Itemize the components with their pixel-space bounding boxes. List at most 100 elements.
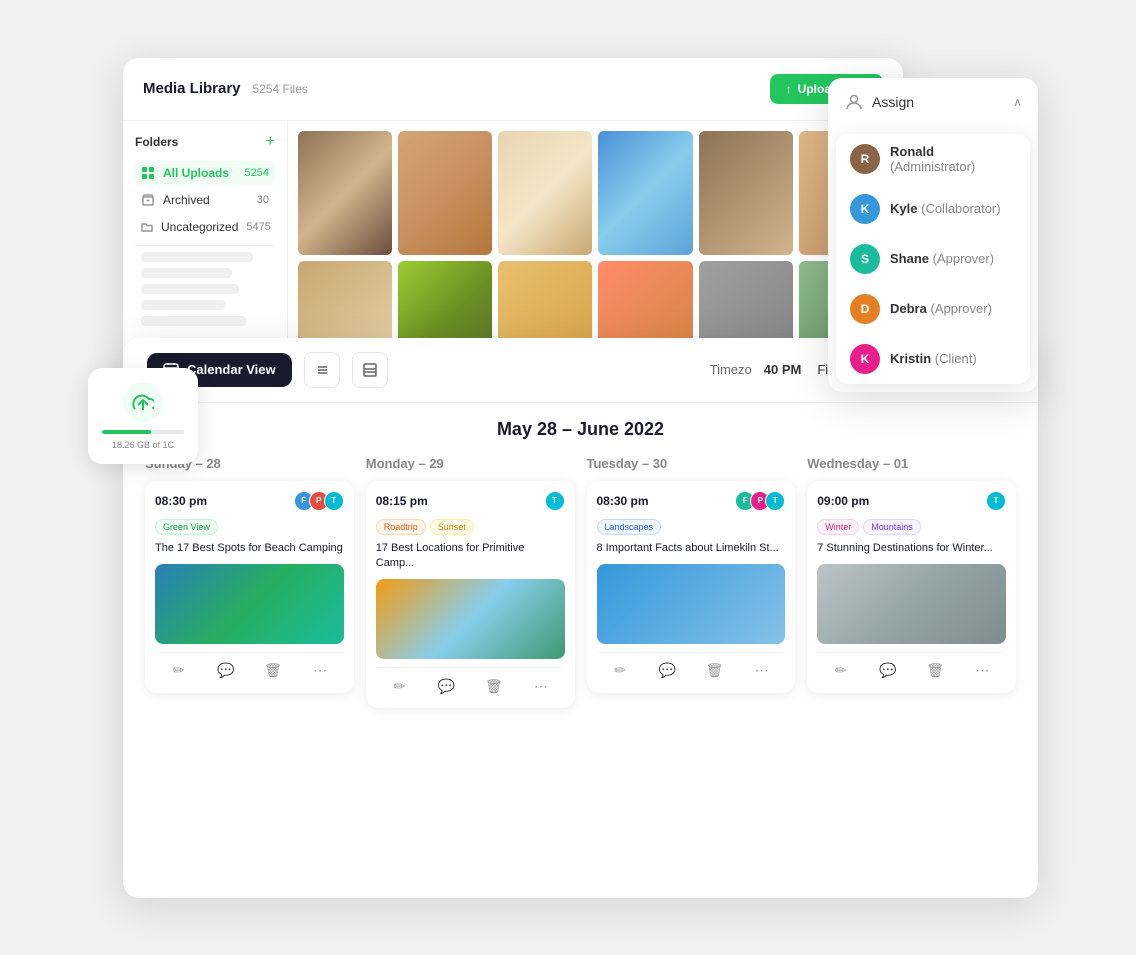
monday-comment-button[interactable]: 💬 xyxy=(435,674,459,698)
monday-tags: Roadtrip Sunset xyxy=(376,519,565,535)
calendar-card: Calendar View Timezo xyxy=(123,338,1038,898)
wednesday-comment-button[interactable]: 💬 xyxy=(876,659,900,683)
assign-item-debra[interactable]: D Debra (Approver) xyxy=(836,284,1030,334)
assign-item-kyle[interactable]: K Kyle (Collaborator) xyxy=(836,184,1030,234)
wednesday-more-button[interactable]: ⋯ xyxy=(970,659,994,683)
wednesday-post-image xyxy=(817,564,1006,644)
media-thumbnail[interactable] xyxy=(498,131,592,256)
monday-more-button[interactable]: ⋯ xyxy=(529,674,553,698)
assign-item-ronald[interactable]: R Ronald (Administrator) xyxy=(836,134,1030,184)
calendar-column-wednesday: Wednesday – 01 09:00 pm T Winter Mountai… xyxy=(801,456,1022,709)
tuesday-post-actions: ✏ 💬 🗑 ⋯ xyxy=(597,652,786,683)
tuesday-tags: Landscapes xyxy=(597,519,786,535)
person-icon xyxy=(844,92,864,112)
assign-dropdown-card: Assign ∧ R Ronald (Administrator) K Kyle… xyxy=(828,78,1038,392)
sunday-post-avatars: F P T xyxy=(294,491,344,511)
monday-post-image xyxy=(376,579,565,659)
upload-storage-text: 18.26 GB of 1C xyxy=(102,440,184,450)
sunday-post-card: 08:30 pm F P T Green View The 17 Best Sp… xyxy=(145,481,354,693)
sidebar-item-uncategorized[interactable]: Uncategorized 5475 xyxy=(135,215,275,239)
tuesday-label: Tuesday – 30 xyxy=(587,456,796,471)
chevron-up-icon[interactable]: ∧ xyxy=(1013,95,1022,109)
sunday-more-button[interactable]: ⋯ xyxy=(308,659,332,683)
sidebar-item-all-uploads[interactable]: All Uploads 5254 xyxy=(135,161,275,185)
shane-name: Shane (Approver) xyxy=(890,251,994,266)
kristin-avatar: K xyxy=(850,344,880,374)
debra-avatar: D xyxy=(850,294,880,324)
sunday-post-time: 08:30 pm xyxy=(155,494,207,508)
grid-view-button[interactable] xyxy=(352,352,388,388)
tuesday-more-button[interactable]: ⋯ xyxy=(750,659,774,683)
media-thumbnail[interactable] xyxy=(699,131,793,256)
wednesday-avatar-1: T xyxy=(986,491,1006,511)
sidebar-divider xyxy=(135,245,275,246)
monday-post-card: 08:15 pm T Roadtrip Sunset 17 Best Locat… xyxy=(366,481,575,709)
sunday-delete-button[interactable]: 🗑 xyxy=(261,659,285,683)
kristin-name: Kristin (Client) xyxy=(890,351,977,366)
assign-item-kristin[interactable]: K Kristin (Client) xyxy=(836,334,1030,384)
tuesday-post-header: 08:30 pm F P T xyxy=(597,491,786,511)
archive-icon xyxy=(141,193,155,207)
media-library-title: Media Library xyxy=(143,80,241,97)
ronald-name: Ronald (Administrator) xyxy=(890,144,1016,174)
sunday-tags: Green View xyxy=(155,519,344,535)
wednesday-post-avatars: T xyxy=(986,491,1006,511)
tuesday-edit-button[interactable]: ✏ xyxy=(608,659,632,683)
monday-avatar-1: T xyxy=(545,491,565,511)
tuesday-comment-button[interactable]: 💬 xyxy=(655,659,679,683)
monday-tag-2: Sunset xyxy=(430,519,474,535)
upload-icon: ↑ xyxy=(786,82,792,96)
assign-item-shane[interactable]: S Shane (Approver) xyxy=(836,234,1030,284)
wednesday-post-card: 09:00 pm T Winter Mountains 7 Stunning D… xyxy=(807,481,1016,693)
uncategorized-label: Uncategorized xyxy=(161,220,238,234)
sidebar-placeholder-1 xyxy=(141,252,253,262)
tuesday-post-image xyxy=(597,564,786,644)
monday-post-actions: ✏ 💬 🗑 ⋯ xyxy=(376,667,565,698)
calendar-column-tuesday: Tuesday – 30 08:30 pm F P T Landscapes 8… xyxy=(581,456,802,709)
folders-label: Folders xyxy=(135,135,178,149)
tuesday-post-avatars: F P T xyxy=(735,491,785,511)
media-thumbnail[interactable] xyxy=(598,131,692,256)
media-thumbnail[interactable] xyxy=(398,131,492,256)
wednesday-edit-button[interactable]: ✏ xyxy=(829,659,853,683)
monday-label: Monday – 29 xyxy=(366,456,575,471)
monday-post-header: 08:15 pm T xyxy=(376,491,565,511)
kyle-avatar: K xyxy=(850,194,880,224)
folder-icon xyxy=(141,220,153,234)
sunday-post-header: 08:30 pm F P T xyxy=(155,491,344,511)
upload-progress-fill xyxy=(102,430,151,434)
media-thumbnail[interactable] xyxy=(298,131,392,256)
sidebar-placeholder-5 xyxy=(141,316,246,326)
sunday-tag-1: Green View xyxy=(155,519,218,535)
sidebar-placeholder-3 xyxy=(141,284,239,294)
tuesday-post-card: 08:30 pm F P T Landscapes 8 Important Fa… xyxy=(587,481,796,693)
archived-count: 30 xyxy=(257,194,269,206)
monday-post-time: 08:15 pm xyxy=(376,494,428,508)
sunday-comment-button[interactable]: 💬 xyxy=(214,659,238,683)
assign-header: Assign ∧ xyxy=(828,78,1038,126)
table-icon xyxy=(363,363,377,377)
wednesday-post-title: 7 Stunning Destinations for Winter... xyxy=(817,541,1006,556)
calendar-columns: Sunday – 28 08:30 pm F P T Green View Th… xyxy=(123,456,1038,725)
sidebar-item-archived[interactable]: Archived 30 xyxy=(135,188,275,212)
grid-icon xyxy=(141,166,155,180)
sidebar-placeholder-4 xyxy=(141,300,225,310)
all-uploads-count: 5254 xyxy=(245,167,269,179)
list-icon xyxy=(315,363,329,377)
wednesday-delete-button[interactable]: 🗑 xyxy=(923,659,947,683)
add-folder-icon[interactable]: + xyxy=(266,133,275,151)
list-view-button[interactable] xyxy=(304,352,340,388)
tuesday-post-title: 8 Important Facts about Limekiln St... xyxy=(597,541,786,556)
wednesday-tag-2: Mountains xyxy=(863,519,921,535)
shane-avatar: S xyxy=(850,244,880,274)
wednesday-post-actions: ✏ 💬 🗑 ⋯ xyxy=(817,652,1006,683)
tuesday-post-time: 08:30 pm xyxy=(597,494,649,508)
tuesday-delete-button[interactable]: 🗑 xyxy=(702,659,726,683)
sunday-edit-button[interactable]: ✏ xyxy=(167,659,191,683)
media-library-header: Media Library 5254 Files ↑ Upload Now xyxy=(123,58,903,121)
calendar-date-range: May 28 – June 2022 xyxy=(123,403,1038,456)
monday-delete-button[interactable]: 🗑 xyxy=(482,674,506,698)
kyle-name: Kyle (Collaborator) xyxy=(890,201,1001,216)
monday-edit-button[interactable]: ✏ xyxy=(387,674,411,698)
archived-label: Archived xyxy=(163,193,249,207)
